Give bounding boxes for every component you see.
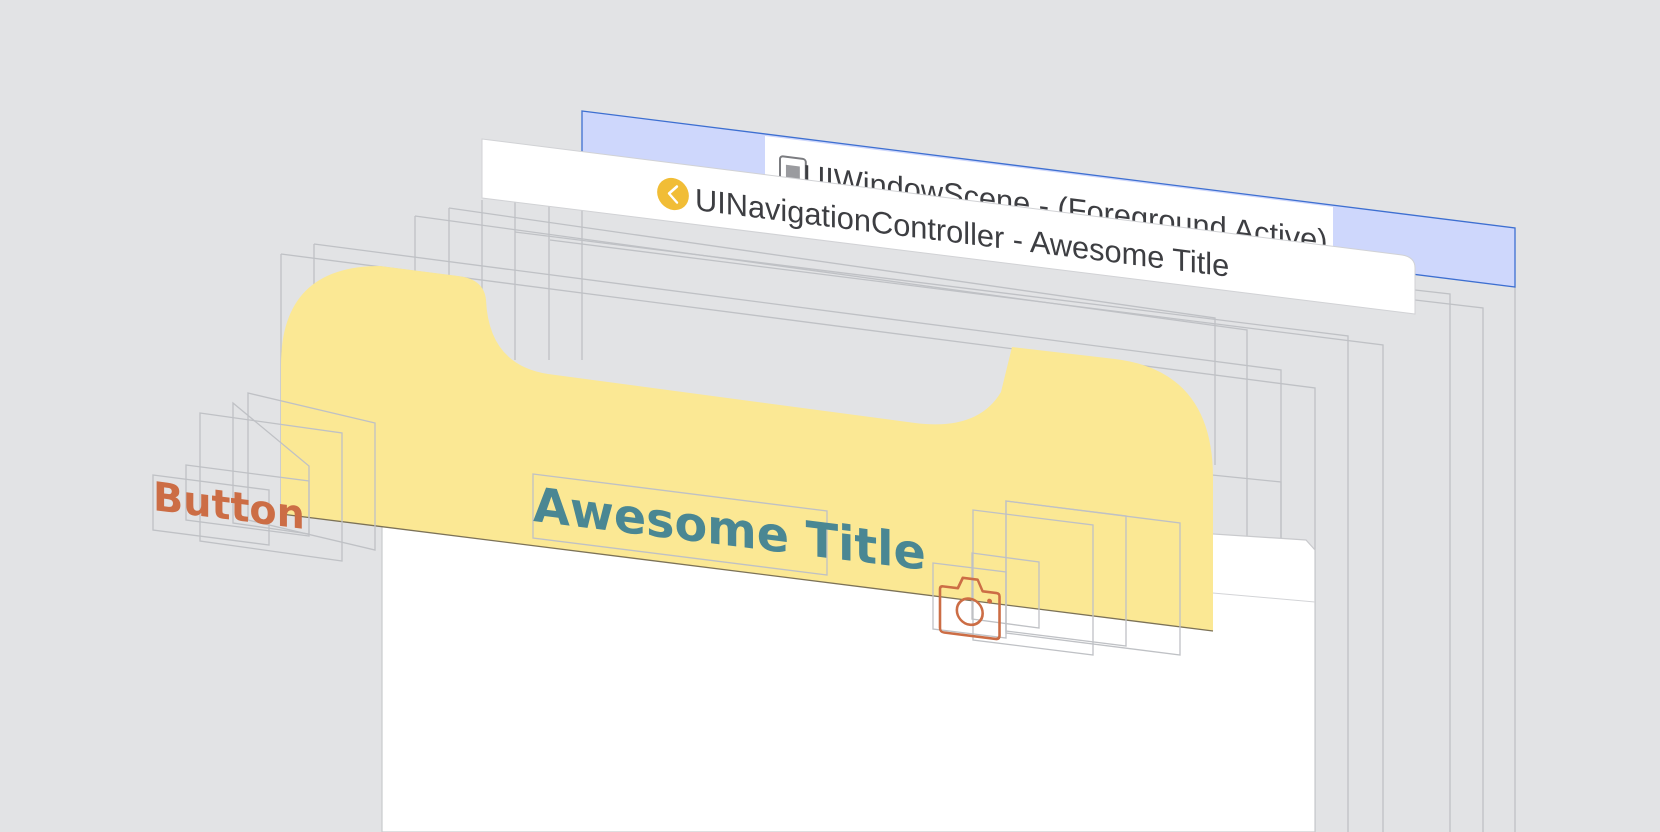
frame-outline: [1414, 299, 1484, 832]
frame-outline: [1414, 289, 1451, 832]
view-hierarchy-3d-canvas[interactable]: UIWindowScene - (Foreground Active) UINa…: [0, 0, 1660, 832]
view-hierarchy-debugger: UIWindowScene - (Foreground Active) UINa…: [0, 0, 1660, 832]
